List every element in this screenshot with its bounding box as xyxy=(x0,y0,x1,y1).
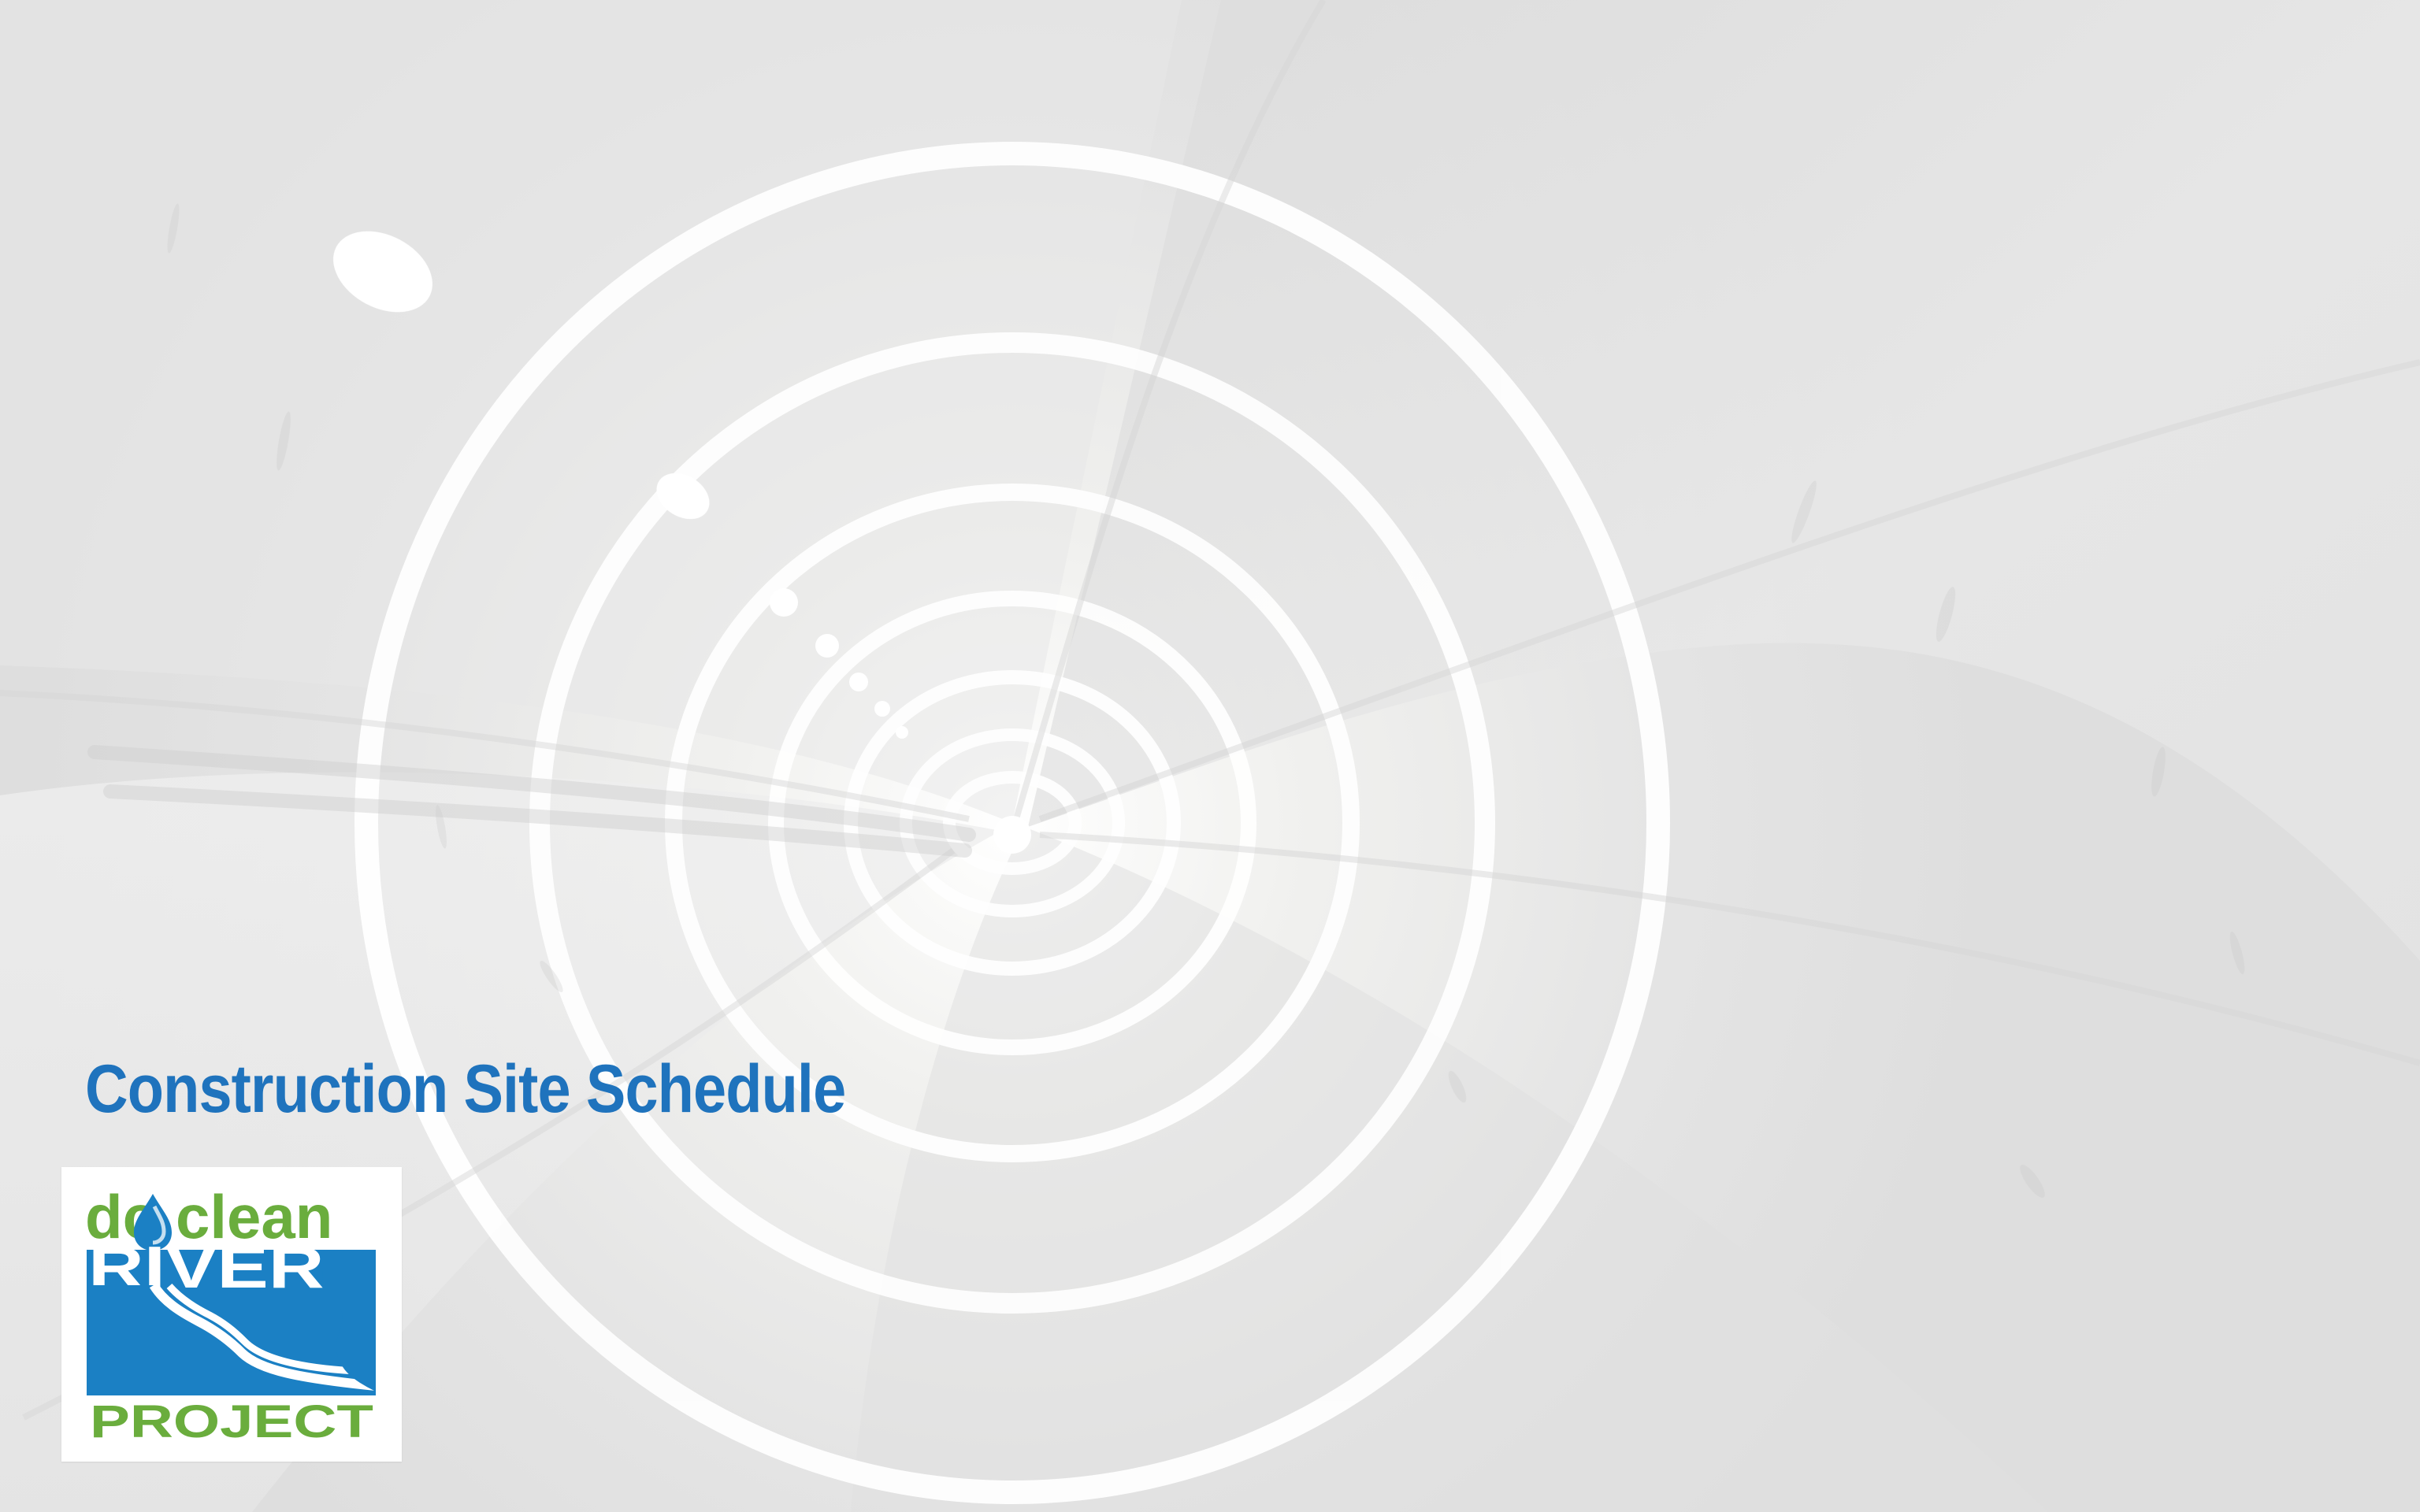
dc-clean-rivers-project-logo: dc clean RIVERS PROJECT xyxy=(61,1167,402,1462)
title-slide: Construction Site Schedule dc clean RIVE… xyxy=(0,0,2420,1512)
svg-text:PROJECT: PROJECT xyxy=(90,1396,373,1447)
slide-title: Construction Site Schedule xyxy=(85,1051,846,1127)
dc-clean-rivers-logo-icon: dc clean RIVERS PROJECT xyxy=(61,1167,402,1462)
